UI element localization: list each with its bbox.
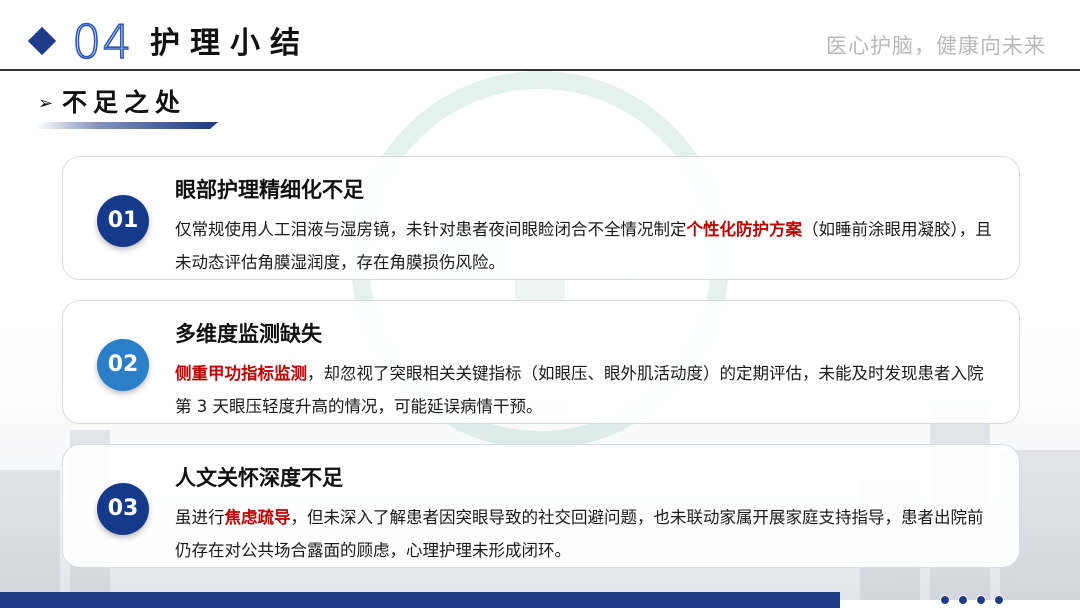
dot-icon bbox=[958, 595, 968, 605]
card-body: 仅常规使用人工泪液与湿房镜，未针对患者夜间眼睑闭合不全情况制定个性化防护方案（如… bbox=[175, 213, 995, 279]
card-body: 虽进行焦虑疏导，但未深入了解患者因突眼导致的社交回避问题，也未联动家属开展家庭支… bbox=[175, 501, 995, 567]
dot-icon bbox=[940, 595, 950, 605]
body-text: ，但未深入了解患者因突眼导致的社交回避问题，也未联动家属开展家庭支持指导，患者出… bbox=[175, 508, 984, 560]
highlight-text: 个性化防护方案 bbox=[686, 220, 803, 239]
highlight-text: 侧重甲功指标监测 bbox=[175, 364, 307, 383]
card-title: 多维度监测缺失 bbox=[175, 322, 322, 346]
body-text: 虽进行 bbox=[175, 508, 225, 527]
card-body: 侧重甲功指标监测，却忽视了突眼相关关键指标（如眼压、眼外肌活动度）的定期评估，未… bbox=[175, 357, 995, 423]
number-badge: 01 bbox=[97, 195, 149, 247]
dot-icon bbox=[976, 595, 986, 605]
number-badge: 02 bbox=[97, 339, 149, 391]
slide-header: 04 护理小结 医心护脑，健康向未来 bbox=[0, 0, 1080, 72]
issue-card: 03 人文关怀深度不足 虽进行焦虑疏导，但未深入了解患者因突眼导致的社交回避问题… bbox=[62, 444, 1020, 568]
issue-card: 01 眼部护理精细化不足 仅常规使用人工泪液与湿房镜，未针对患者夜间眼睑闭合不全… bbox=[62, 156, 1020, 280]
header-divider bbox=[0, 69, 1080, 71]
diamond-icon bbox=[27, 26, 57, 56]
card-title: 眼部护理精细化不足 bbox=[175, 178, 364, 202]
body-text: 仅常规使用人工泪液与湿房镜，未针对患者夜间眼睑闭合不全情况制定 bbox=[175, 220, 687, 239]
dot-icon bbox=[994, 595, 1004, 605]
subtitle: 不足之处 bbox=[62, 88, 187, 117]
section-number: 04 bbox=[71, 14, 133, 70]
arrow-icon: ➢ bbox=[38, 93, 54, 114]
footer-bar bbox=[0, 592, 840, 608]
slogan: 医心护脑，健康向未来 bbox=[826, 34, 1046, 58]
subtitle-underline bbox=[36, 122, 218, 129]
section-title: 护理小结 bbox=[150, 26, 310, 61]
card-title: 人文关怀深度不足 bbox=[175, 466, 343, 490]
slide-dots bbox=[940, 595, 1004, 605]
highlight-text: 焦虑疏导 bbox=[224, 508, 291, 527]
number-badge: 03 bbox=[97, 483, 149, 535]
issue-card: 02 多维度监测缺失 侧重甲功指标监测，却忽视了突眼相关关键指标（如眼压、眼外肌… bbox=[62, 300, 1020, 424]
